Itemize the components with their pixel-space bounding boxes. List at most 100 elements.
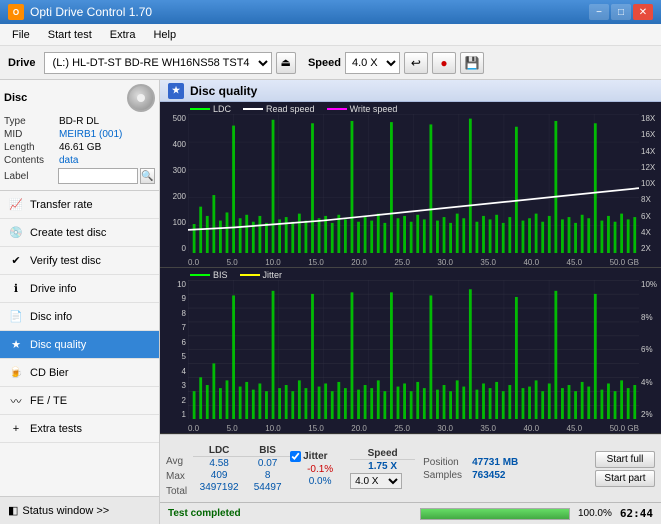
nav-cd-bier-label: CD Bier [30, 367, 69, 379]
max-ldc: 409 [193, 470, 245, 481]
nav-disc-quality[interactable]: ★ Disc quality [0, 331, 159, 359]
nav-fe-te-label: FE / TE [30, 395, 67, 407]
disc-icon [127, 84, 155, 112]
speed-label: Speed [308, 57, 341, 69]
nav-transfer-rate-label: Transfer rate [30, 199, 93, 211]
drive-label: Drive [8, 57, 36, 69]
nav-transfer-rate[interactable]: 📈 Transfer rate [0, 191, 159, 219]
speed-col-header: Speed [350, 448, 415, 460]
speed-dropdown[interactable]: 4.0 X [350, 473, 402, 489]
max-bis: 8 [245, 470, 290, 481]
nav-extra-tests-label: Extra tests [30, 423, 82, 435]
bottom-bar: Test completed 100.0% 62:44 [160, 502, 661, 524]
nav-disc-quality-label: Disc quality [30, 339, 86, 351]
nav-items: 📈 Transfer rate 💿 Create test disc ✔ Ver… [0, 191, 159, 496]
length-value: 46.61 GB [59, 142, 155, 153]
minimize-button[interactable]: − [589, 4, 609, 20]
progress-percent: 100.0% [578, 508, 612, 519]
nav-create-test-disc[interactable]: 💿 Create test disc [0, 219, 159, 247]
avg-row-label: Avg [166, 454, 187, 468]
verify-test-icon: ✔ [8, 253, 24, 269]
jitter-col-header: Jitter [303, 451, 327, 462]
nav-drive-info-label: Drive info [30, 283, 76, 295]
type-value: BD-R DL [59, 116, 155, 127]
total-ldc: 3497192 [193, 482, 245, 493]
jitter-color [240, 274, 260, 276]
start-part-button[interactable]: Start part [595, 470, 655, 487]
disc-section: Disc Type BD-R DL MID MEIRB1 (001) Lengt… [0, 80, 159, 191]
main-layout: Disc Type BD-R DL MID MEIRB1 (001) Lengt… [0, 80, 661, 524]
avg-jitter: -0.1% [290, 464, 350, 475]
status-window-icon: ◧ [8, 504, 18, 517]
menu-starttest[interactable]: Start test [40, 27, 100, 43]
speed-column: Speed 1.75 X 4.0 X [350, 448, 415, 489]
ldc-color [190, 108, 210, 110]
label-input[interactable] [58, 168, 138, 184]
chart1-legend: LDC Read speed Write speed [190, 104, 397, 114]
transfer-rate-icon: 📈 [8, 197, 24, 213]
nav-cd-bier[interactable]: 🍺 CD Bier [0, 359, 159, 387]
row-labels: Avg Max Total [166, 439, 187, 498]
speed-select[interactable]: 4.0 X [345, 52, 400, 74]
drive-select[interactable]: (L:) HL-DT-ST BD-RE WH16NS58 TST4 [44, 52, 272, 74]
drive-info-icon: ℹ [8, 281, 24, 297]
start-full-button[interactable]: Start full [595, 451, 655, 468]
nav-extra-tests[interactable]: + Extra tests [0, 415, 159, 443]
bis-label: BIS [213, 270, 228, 280]
avg-ldc: 4.58 [193, 458, 245, 469]
read-speed-color [243, 108, 263, 110]
record-button[interactable]: ● [432, 52, 456, 74]
nav-fe-te[interactable]: 〰 FE / TE [0, 387, 159, 415]
stats-table-area: Avg Max Total LDC 4.58 409 3497192 BIS 0… [160, 434, 661, 502]
chart2-svg [188, 280, 639, 419]
write-speed-label: Write speed [350, 104, 398, 114]
bis-column: BIS 0.07 8 54497 [245, 445, 290, 493]
jitter-checkbox[interactable] [290, 451, 301, 462]
position-samples: Position 47731 MB Samples 763452 [423, 457, 518, 481]
disc-quality-title: Disc quality [190, 84, 257, 98]
nav-verify-test-label: Verify test disc [30, 255, 101, 267]
eject-button[interactable]: ⏏ [276, 52, 296, 74]
label-icon-button[interactable]: 🔍 [140, 168, 155, 184]
action-buttons: Start full Start part [595, 451, 655, 487]
chart2-yaxis-right: 10%8%6%4%2% [639, 268, 661, 433]
refresh-button[interactable]: ↩ [404, 52, 428, 74]
charts-wrapper: LDC Read speed Write speed 5004003002001… [160, 102, 661, 502]
chart2-yaxis-left: 10987654321 [160, 268, 188, 433]
ldc-column: LDC 4.58 409 3497192 [193, 445, 245, 493]
menu-bar: File Start test Extra Help [0, 24, 661, 46]
toolbar: Drive (L:) HL-DT-ST BD-RE WH16NS58 TST4 … [0, 46, 661, 80]
left-panel: Disc Type BD-R DL MID MEIRB1 (001) Lengt… [0, 80, 160, 524]
create-test-icon: 💿 [8, 225, 24, 241]
nav-disc-info[interactable]: 📄 Disc info [0, 303, 159, 331]
cd-bier-icon: 🍺 [8, 365, 24, 381]
menu-help[interactable]: Help [145, 27, 184, 43]
jitter-legend-item: Jitter [240, 270, 283, 280]
maximize-button[interactable]: □ [611, 4, 631, 20]
nav-drive-info[interactable]: ℹ Drive info [0, 275, 159, 303]
app-icon: O [8, 4, 24, 20]
position-label: Position [423, 457, 468, 468]
samples-row: Samples 763452 [423, 470, 518, 481]
status-window-label: Status window >> [22, 505, 109, 517]
chart1-yaxis-right: 18X16X14X12X10X8X6X4X2X [639, 102, 661, 267]
disc-info-icon: 📄 [8, 309, 24, 325]
chart1-svg [188, 114, 639, 253]
contents-label: Contents [4, 155, 59, 166]
length-label: Length [4, 142, 59, 153]
read-speed-legend-item: Read speed [243, 104, 315, 114]
close-button[interactable]: ✕ [633, 4, 653, 20]
chart2-legend: BIS Jitter [190, 270, 282, 280]
menu-extra[interactable]: Extra [102, 27, 144, 43]
nav-verify-test-disc[interactable]: ✔ Verify test disc [0, 247, 159, 275]
write-speed-legend-item: Write speed [327, 104, 398, 114]
nav-disc-info-label: Disc info [30, 311, 72, 323]
read-speed-label: Read speed [266, 104, 315, 114]
disc-quality-header: ★ Disc quality [160, 80, 661, 102]
right-panel: ★ Disc quality LDC Read speed [160, 80, 661, 524]
jitter-label-legend: Jitter [263, 270, 283, 280]
status-window-button[interactable]: ◧ Status window >> [0, 496, 159, 524]
menu-file[interactable]: File [4, 27, 38, 43]
chart1-xaxis: 0.05.010.015.020.025.030.035.040.045.050… [188, 258, 639, 267]
save-button[interactable]: 💾 [460, 52, 484, 74]
